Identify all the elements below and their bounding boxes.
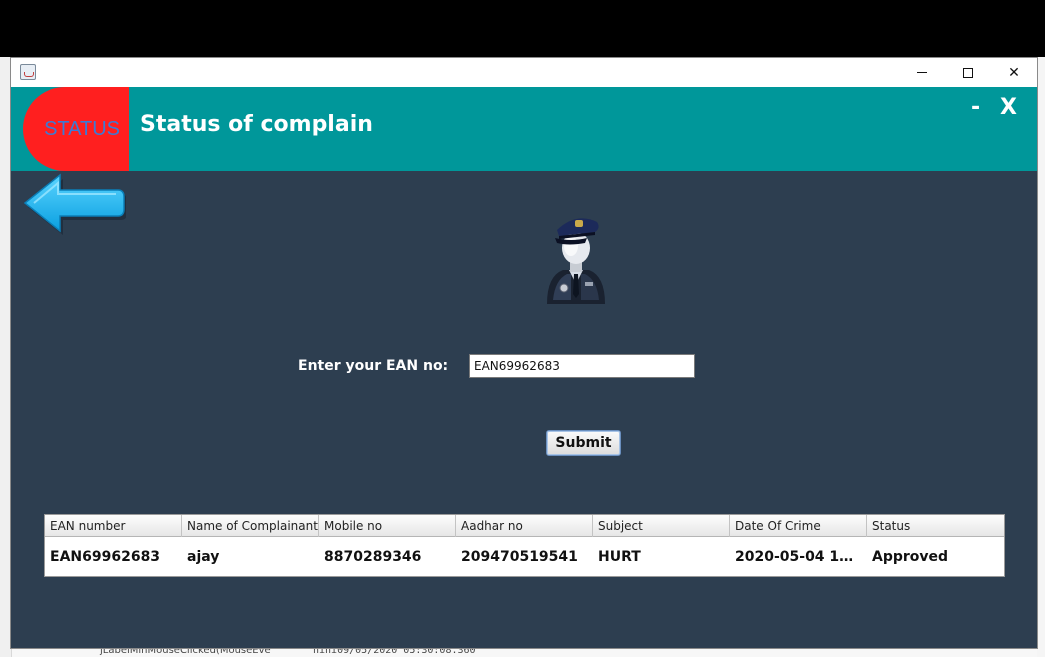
police-officer-icon xyxy=(547,218,605,304)
cell-status[interactable]: Approved xyxy=(867,537,1004,576)
window-close-button[interactable]: ✕ xyxy=(991,58,1037,87)
cell-name-of-complainant[interactable]: ajay xyxy=(182,537,319,576)
window-titlebar[interactable]: ✕ xyxy=(11,58,1037,87)
ean-label: Enter your EAN no: xyxy=(298,358,449,374)
column-header-status[interactable]: Status xyxy=(867,515,1004,537)
column-header-subject[interactable]: Subject xyxy=(593,515,730,537)
page-header: STATUS Status of complain - X xyxy=(11,87,1037,171)
header-close-button[interactable]: X xyxy=(1000,95,1017,120)
header-minimize-button[interactable]: - xyxy=(971,95,980,120)
column-header-mobile-no[interactable]: Mobile no xyxy=(319,515,456,537)
cell-mobile-no[interactable]: 8870289346 xyxy=(319,537,456,576)
ean-input[interactable] xyxy=(469,354,695,378)
cell-date-of-crime[interactable]: 2020-05-04 14:... xyxy=(730,537,867,576)
cell-subject[interactable]: HURT xyxy=(593,537,730,576)
window-maximize-button[interactable] xyxy=(945,58,991,87)
cell-aadhar-no[interactable]: 209470519541 xyxy=(456,537,593,576)
complaint-status-table: EAN number Name of Complainant Mobile no… xyxy=(44,514,1005,577)
maximize-icon xyxy=(963,67,973,78)
column-header-ean-number[interactable]: EAN number xyxy=(45,515,182,537)
arrow-left-icon[interactable] xyxy=(22,170,126,236)
column-header-name-of-complainant[interactable]: Name of Complainant xyxy=(182,515,319,537)
column-header-aadhar-no[interactable]: Aadhar no xyxy=(456,515,593,537)
minimize-icon xyxy=(917,72,927,73)
app-window: ✕ STATUS Status of complain - X Enter yo… xyxy=(10,57,1038,649)
column-header-date-of-crime[interactable]: Date Of Crime xyxy=(730,515,867,537)
cell-ean-number[interactable]: EAN69962683 xyxy=(45,537,182,576)
table-row[interactable]: EAN69962683 ajay 8870289346 209470519541… xyxy=(45,537,1004,576)
close-icon: ✕ xyxy=(1008,64,1020,81)
window-minimize-button[interactable] xyxy=(899,58,945,87)
table-header-row: EAN number Name of Complainant Mobile no… xyxy=(45,515,1004,537)
status-badge-label: STATUS xyxy=(44,117,120,140)
background-ide-right-panel xyxy=(1037,57,1045,657)
status-badge: STATUS xyxy=(23,87,129,171)
page-title: Status of complain xyxy=(140,112,373,137)
java-app-icon xyxy=(20,64,36,80)
desktop-top-band xyxy=(0,0,1045,57)
submit-button[interactable]: Submit xyxy=(546,430,621,456)
